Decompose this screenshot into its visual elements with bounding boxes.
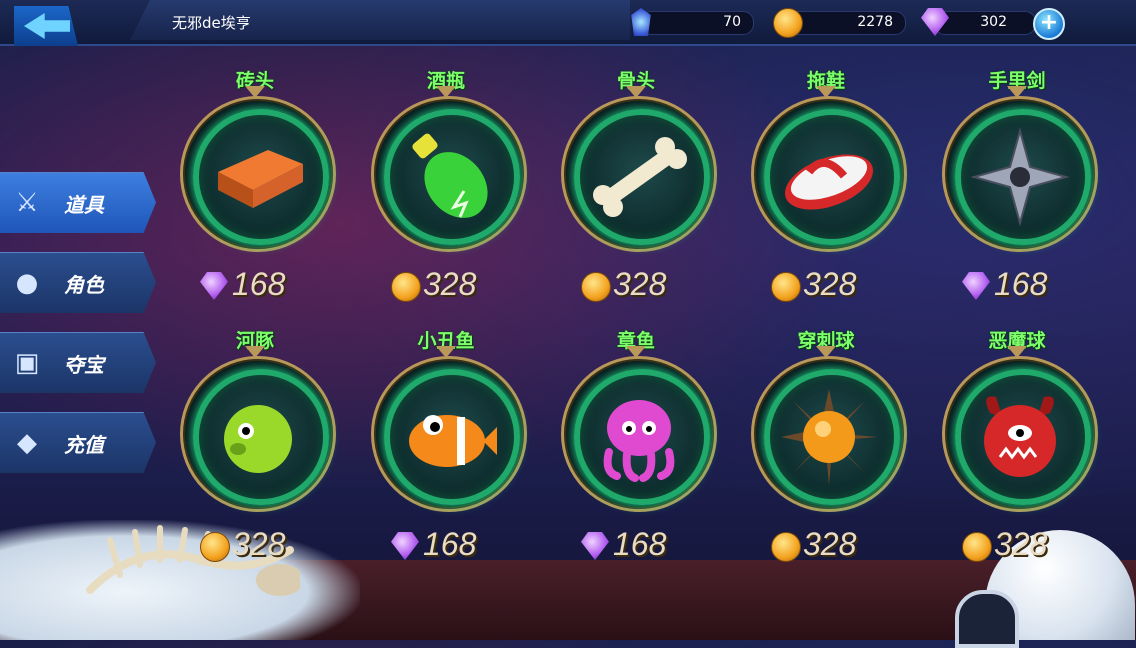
back-button[interactable] bbox=[14, 6, 78, 46]
item-price: 168 bbox=[391, 526, 531, 566]
tab-recharge[interactable]: ◆ 充值 bbox=[0, 412, 156, 473]
octopus-icon bbox=[589, 387, 689, 487]
price-value: 328 bbox=[423, 266, 477, 302]
item-price: 328 bbox=[771, 266, 911, 306]
item-card[interactable]: 恶魔球 328 bbox=[932, 326, 1102, 566]
item-card[interactable]: 河豚 328 bbox=[170, 326, 340, 566]
item-price: 328 bbox=[200, 526, 340, 566]
tab-characters-label: 角色 bbox=[64, 275, 104, 297]
item-frame bbox=[561, 96, 717, 252]
price-value: 328 bbox=[613, 266, 667, 302]
item-card[interactable]: 砖头 168 bbox=[170, 66, 340, 306]
item-frame bbox=[180, 96, 336, 252]
gold-coin-icon bbox=[391, 272, 421, 302]
purple-gem-icon bbox=[581, 532, 609, 560]
price-value: 328 bbox=[232, 526, 286, 562]
person-icon: ● bbox=[15, 268, 39, 298]
purple-gem-icon bbox=[391, 532, 419, 560]
item-frame bbox=[180, 356, 336, 512]
add-currency-button[interactable]: + bbox=[1033, 8, 1065, 40]
price-value: 168 bbox=[232, 266, 286, 302]
bottle-icon bbox=[399, 127, 499, 227]
price-value: 168 bbox=[423, 526, 477, 562]
item-price: 328 bbox=[771, 526, 911, 566]
gold-coin-icon bbox=[581, 272, 611, 302]
price-value: 328 bbox=[803, 526, 857, 562]
item-card[interactable]: 小丑鱼 168 bbox=[361, 326, 531, 566]
price-value: 168 bbox=[994, 266, 1048, 302]
shuriken-icon bbox=[970, 127, 1070, 227]
item-card[interactable]: 穿刺球 328 bbox=[741, 326, 911, 566]
item-card[interactable]: 章鱼 168 bbox=[551, 326, 721, 566]
tab-characters[interactable]: ● 角色 bbox=[0, 252, 156, 313]
item-frame bbox=[751, 96, 907, 252]
item-price: 168 bbox=[962, 266, 1102, 306]
player-name: 无邪de埃亨 bbox=[172, 14, 251, 32]
tab-recharge-label: 充值 bbox=[64, 435, 104, 457]
gold-coin-icon bbox=[771, 532, 801, 562]
item-price: 168 bbox=[200, 266, 340, 306]
item-card[interactable]: 拖鞋 328 bbox=[741, 66, 911, 306]
clownfish-icon bbox=[399, 387, 499, 487]
item-frame bbox=[371, 96, 527, 252]
demonball-icon bbox=[970, 387, 1070, 487]
item-price: 328 bbox=[391, 266, 531, 306]
igloo-door bbox=[955, 590, 1019, 648]
bone-icon bbox=[589, 127, 689, 227]
gold-coin-icon bbox=[200, 532, 230, 562]
treasure-chest-icon: ▣ bbox=[14, 348, 40, 378]
pufferfish-icon bbox=[208, 387, 308, 487]
price-value: 328 bbox=[803, 266, 857, 302]
tab-treasure-label: 夺宝 bbox=[64, 355, 104, 377]
brick-icon bbox=[208, 127, 308, 227]
item-card[interactable]: 酒瓶 328 bbox=[361, 66, 531, 306]
energy-value: 70 bbox=[723, 14, 741, 30]
item-frame bbox=[942, 96, 1098, 252]
tab-items[interactable]: ⚔ 道具 bbox=[0, 172, 156, 233]
energy-counter: 70 bbox=[631, 8, 754, 36]
spikeball-icon bbox=[779, 387, 879, 487]
tab-treasure[interactable]: ▣ 夺宝 bbox=[0, 332, 156, 393]
price-value: 328 bbox=[994, 526, 1048, 562]
tab-items-label: 道具 bbox=[64, 195, 104, 217]
gem-value: 302 bbox=[980, 14, 1007, 30]
item-price: 168 bbox=[581, 526, 721, 566]
item-price: 328 bbox=[581, 266, 721, 306]
item-card[interactable]: 手里剑 168 bbox=[932, 66, 1102, 306]
slipper-icon bbox=[779, 127, 879, 227]
item-card[interactable]: 骨头 328 bbox=[551, 66, 721, 306]
item-frame bbox=[371, 356, 527, 512]
back-arrow-icon bbox=[24, 13, 70, 39]
sword-icon: ⚔ bbox=[15, 188, 39, 218]
gold-coin-icon bbox=[773, 8, 803, 38]
coin-value: 2278 bbox=[857, 14, 893, 30]
diamond-icon: ◆ bbox=[17, 428, 37, 458]
gold-coin-icon bbox=[771, 272, 801, 302]
item-frame bbox=[751, 356, 907, 512]
item-frame bbox=[561, 356, 717, 512]
item-frame bbox=[942, 356, 1098, 512]
purple-gem-icon bbox=[200, 272, 228, 300]
item-price: 328 bbox=[962, 526, 1102, 566]
purple-gem-icon bbox=[962, 272, 990, 300]
gem-counter: 302 bbox=[921, 8, 1036, 36]
price-value: 168 bbox=[613, 526, 667, 562]
coin-counter: 2278 bbox=[773, 8, 906, 38]
gold-coin-icon bbox=[962, 532, 992, 562]
